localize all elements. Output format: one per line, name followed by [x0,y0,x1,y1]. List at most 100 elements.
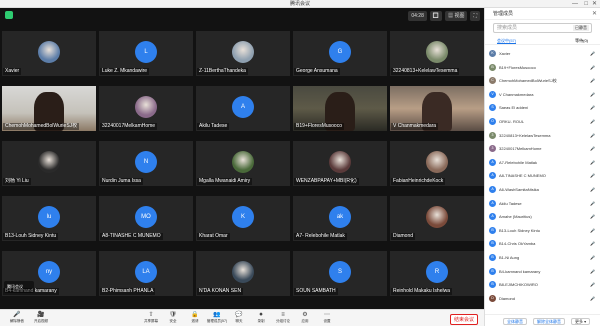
mic-icon[interactable]: 🎤 [590,92,595,97]
participant-row[interactable]: B B1-Ni Aung 🎤 [489,252,597,263]
speaker-view-button[interactable]: 🔳 [429,11,443,21]
participant-tile[interactable]: ak A7- Relebohile Matlak [293,196,387,241]
toolbar-button[interactable]: ⏺ 录制 [250,312,272,324]
toolbar-button[interactable]: 👥 管理成员(57) [206,312,228,324]
toolbar-button[interactable]: ≡ 分组讨论 [272,312,294,324]
toolbar-button[interactable]: ⚙ 应用 [294,312,316,324]
maximize-button[interactable]: □ [584,0,588,8]
participant-tile[interactable]: ChemohMohamedBolWurieSJ校 [2,86,96,131]
mic-icon[interactable]: 🎤 [590,51,595,56]
participant-row[interactable]: A Amahe (Mauritius) 🎤 [489,211,597,222]
toolbar-button[interactable]: 🔒 邀请 [184,312,206,324]
avatar: A [489,172,496,180]
close-window-button[interactable]: ✕ [592,0,597,8]
participant-tile[interactable]: 32240813+KelelawTesemma [390,31,484,76]
mic-icon[interactable]: 🎤 [590,133,595,138]
participant-row[interactable]: B B14-Chris OkYamba 🎤 [489,238,597,249]
mic-icon[interactable]: 🎤 [590,78,595,83]
unmute-all-button[interactable]: 解除全体静音 [533,318,565,325]
participant-row[interactable]: 3 32240813+KelelawTesemma 🎤 [489,130,597,141]
mic-icon[interactable]: 🎤 [590,160,595,165]
participant-row[interactable]: C ChemohMohamedBolWurieSJ校 🎤 [489,75,597,86]
participant-tile[interactable]: G George Ansumana [293,31,387,76]
avatar-photo [329,150,351,173]
participant-tile[interactable]: WENZABPAPAY+MBI(R化) [293,141,387,186]
participant-row[interactable]: 3 32240017MelkamHome 🎤 [489,143,597,154]
participant-tile[interactable]: R Reinhold Makaku Ishelwa [390,251,484,296]
mic-icon[interactable]: 🎤 [590,65,595,70]
mic-icon[interactable]: 🎤 [590,255,595,260]
mic-icon[interactable]: 🎤 [590,173,595,178]
toolbar-button[interactable]: 💬 聊天 [228,312,250,324]
participant-tile[interactable]: B19+FloresMusooco [293,86,387,131]
mic-icon[interactable]: 🎤 [590,269,595,274]
participant-tile[interactable]: Z-11BerthaThandeka [196,31,290,76]
mic-icon[interactable]: 🎤 [590,187,595,192]
search-input[interactable]: 搜索成员 已静音 [493,23,592,33]
participant-row[interactable]: VV Chanmakmedara 🎤 [489,89,597,100]
toolbar-label: 录制 [257,319,265,323]
toolbar-button[interactable]: 🎤 解除静音 [6,312,28,324]
toolbar-label: 解除静音 [10,319,24,323]
tab-in-meeting[interactable]: 会议中(57) [497,36,517,44]
minimize-button[interactable]: — [572,0,578,8]
toolbar-button[interactable]: ⋯ 设置 [316,312,338,324]
participant-tile[interactable]: lu B13-Louh Sidney Kintu [2,196,96,241]
participant-row[interactable]: O ORKU- ROUL 🎤 [489,116,597,127]
toolbar-button[interactable]: 🎥 开启视频 [30,312,52,324]
participant-row[interactable]: B B8-EJIMCHIKOWIRO 🎤 [489,279,597,290]
mic-icon[interactable]: 🎤 [590,119,595,124]
participant-name: 32240813+KelelawTesemma [499,132,551,138]
mic-icon[interactable]: 🎤 [590,241,595,246]
participant-tile[interactable]: L Luke Z. Mkandawire [99,31,193,76]
participant-row[interactable]: B B4-kamnand kamarany 🎤 [489,266,597,277]
mic-icon[interactable]: 🎤 [590,282,595,287]
participant-tile[interactable]: N'DA KONAN SEN [196,251,290,296]
participant-tile[interactable]: Xavier [2,31,96,76]
participant-row[interactable]: K Xavier 🎤 [489,48,597,59]
fullscreen-button[interactable]: ⛶ [470,11,480,21]
participant-tile[interactable]: A Akilu Tadese [196,86,290,131]
mute-all-button[interactable]: 全体静音 [503,318,527,325]
participant-row[interactable]: A A6-WashSamitaNtsika 🎤 [489,184,597,195]
meeting-toolbar: 结束会议 🎤 解除静音 🎥 开启视频 ⇧ 共享屏幕 🛡 安全 🔒 邀请 👥 管理成员(57) 💬 聊天 ⏺ 录… [0,309,484,326]
toolbar-label: 邀请 [191,319,199,323]
participant-tile[interactable]: LA B2-Phimsanh PHANLA [99,251,193,296]
participant-row[interactable]: B B19+FloresMusooco 🎤 [489,62,597,73]
avatar: B [489,226,496,234]
mic-icon[interactable]: 🎤 [590,146,595,151]
floating-label[interactable]: 腾讯会议 [4,281,34,293]
mic-icon[interactable]: 🎤 [590,201,595,206]
participant-row[interactable]: B B13-Louh Sidney Kintu 🎤 [489,225,597,236]
close-panel-icon[interactable]: ✕ [592,8,597,20]
participant-row[interactable]: A Akilu Tadese 🎤 [489,198,597,209]
toolbar-button[interactable]: 🛡 安全 [162,312,184,324]
toolbar-label: 共享屏幕 [144,319,158,323]
participant-tile[interactable]: Diamond [390,196,484,241]
end-meeting-button[interactable]: 结束会议 [449,314,478,325]
participant-tile[interactable]: S SOUN SAMBATH [293,251,387,296]
avatar: B [489,240,496,248]
grid-view-button[interactable]: ▦ 视图 [445,11,468,21]
participant-tile[interactable]: Mgalla Mwanaidi Amiry [196,141,290,186]
participant-tile[interactable]: N Nurdin Juma Issa [99,141,193,186]
participant-row[interactable]: S Saeas El addeni 🎤 [489,102,597,113]
participant-tile[interactable]: V Chanmakmedara [390,86,484,131]
participant-tile[interactable]: K Kharat Omar [196,196,290,241]
participant-tile[interactable]: 刘杨 Yi Liu [2,141,96,186]
mic-icon[interactable]: 🎤 [590,105,595,110]
participant-row[interactable]: D Diamond 🎤 [489,293,597,304]
mic-icon[interactable]: 🎤 [590,228,595,233]
more-button[interactable]: 更多 ▾ [571,318,591,325]
participant-tile[interactable]: FabianHeinrichdeKock [390,141,484,186]
toolbar-button[interactable]: ⇧ 共享屏幕 [140,312,162,324]
participant-row[interactable]: A A8-TINASHE C MUNEMO 🎤 [489,170,597,181]
mic-icon[interactable]: 🎤 [590,214,595,219]
shield-icon[interactable] [5,11,13,19]
participant-tile[interactable]: 32240017MelkamHome [99,86,193,131]
tab-waiting[interactable]: 等待(0) [575,36,588,44]
muted-filter-button[interactable]: 已静音 [573,25,589,31]
participant-tile[interactable]: MO A8-TINASHE C MUNEMO [99,196,193,241]
participant-row[interactable]: A A7-Relebohile Matlak 🎤 [489,157,597,168]
mic-icon[interactable]: 🎤 [590,296,595,301]
